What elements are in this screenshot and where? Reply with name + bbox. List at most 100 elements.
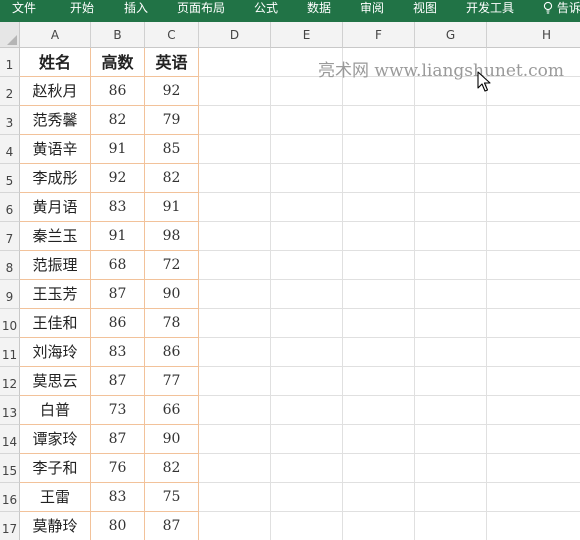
empty-cell-g4[interactable] [415,135,487,164]
data-cell-c3[interactable]: 79 [145,106,199,135]
empty-cell-f3[interactable] [343,106,415,135]
empty-cell-e15[interactable] [271,454,343,483]
empty-cell-g5[interactable] [415,164,487,193]
tab-developer[interactable]: 开发工具 [466,0,514,22]
empty-cell-g17[interactable] [415,512,487,540]
data-cell-c6[interactable]: 91 [145,193,199,222]
empty-cell-h3[interactable] [487,106,580,135]
empty-cell-f8[interactable] [343,251,415,280]
data-cell-c17[interactable]: 87 [145,512,199,540]
column-header-h[interactable]: H [487,22,580,48]
empty-cell-e16[interactable] [271,483,343,512]
empty-cell-d1[interactable] [199,48,271,77]
empty-cell-e5[interactable] [271,164,343,193]
empty-cell-e6[interactable] [271,193,343,222]
data-cell-a6[interactable]: 黄月语 [20,193,91,222]
data-cell-c4[interactable]: 85 [145,135,199,164]
data-cell-a3[interactable]: 范秀馨 [20,106,91,135]
header-cell-a[interactable]: 姓名 [20,48,91,77]
empty-cell-g6[interactable] [415,193,487,222]
data-cell-a12[interactable]: 莫思云 [20,367,91,396]
empty-cell-e14[interactable] [271,425,343,454]
data-cell-c14[interactable]: 90 [145,425,199,454]
empty-cell-d8[interactable] [199,251,271,280]
empty-cell-f7[interactable] [343,222,415,251]
row-header-14[interactable]: 14 [0,425,20,454]
empty-cell-g3[interactable] [415,106,487,135]
empty-cell-e2[interactable] [271,77,343,106]
row-header-8[interactable]: 8 [0,251,20,280]
empty-cell-h9[interactable] [487,280,580,309]
empty-cell-h16[interactable] [487,483,580,512]
data-cell-c5[interactable]: 82 [145,164,199,193]
empty-cell-h14[interactable] [487,425,580,454]
empty-cell-g11[interactable] [415,338,487,367]
empty-cell-d17[interactable] [199,512,271,540]
tab-review[interactable]: 审阅 [360,0,384,22]
data-cell-a2[interactable]: 赵秋月 [20,77,91,106]
data-cell-c9[interactable]: 90 [145,280,199,309]
empty-cell-h8[interactable] [487,251,580,280]
empty-cell-h7[interactable] [487,222,580,251]
data-cell-a17[interactable]: 莫静玲 [20,512,91,540]
data-cell-a9[interactable]: 王玉芳 [20,280,91,309]
empty-cell-h13[interactable] [487,396,580,425]
data-cell-b12[interactable]: 87 [91,367,145,396]
data-cell-c12[interactable]: 77 [145,367,199,396]
data-cell-b14[interactable]: 87 [91,425,145,454]
data-cell-b15[interactable]: 76 [91,454,145,483]
data-cell-a14[interactable]: 谭家玲 [20,425,91,454]
empty-cell-f6[interactable] [343,193,415,222]
empty-cell-e17[interactable] [271,512,343,540]
row-header-11[interactable]: 11 [0,338,20,367]
row-header-6[interactable]: 6 [0,193,20,222]
empty-cell-e13[interactable] [271,396,343,425]
tab-file[interactable]: 文件 [12,0,36,22]
empty-cell-f10[interactable] [343,309,415,338]
tab-view[interactable]: 视图 [413,0,437,22]
empty-cell-g9[interactable] [415,280,487,309]
empty-cell-d10[interactable] [199,309,271,338]
data-cell-a10[interactable]: 王佳和 [20,309,91,338]
data-cell-b10[interactable]: 86 [91,309,145,338]
tab-insert[interactable]: 插入 [124,0,148,22]
empty-cell-h2[interactable] [487,77,580,106]
empty-cell-f13[interactable] [343,396,415,425]
empty-cell-d11[interactable] [199,338,271,367]
empty-cell-f12[interactable] [343,367,415,396]
header-cell-c[interactable]: 英语 [145,48,199,77]
tell-me-box[interactable]: 告诉 [543,0,580,22]
empty-cell-h17[interactable] [487,512,580,540]
row-header-15[interactable]: 15 [0,454,20,483]
data-cell-a5[interactable]: 李成彤 [20,164,91,193]
tab-page-layout[interactable]: 页面布局 [177,0,225,22]
empty-cell-g8[interactable] [415,251,487,280]
data-cell-c10[interactable]: 78 [145,309,199,338]
data-cell-b3[interactable]: 82 [91,106,145,135]
data-cell-b17[interactable]: 80 [91,512,145,540]
empty-cell-h15[interactable] [487,454,580,483]
data-cell-c16[interactable]: 75 [145,483,199,512]
column-header-e[interactable]: E [271,22,343,48]
row-header-5[interactable]: 5 [0,164,20,193]
select-all-corner[interactable] [0,22,20,48]
empty-cell-d15[interactable] [199,454,271,483]
row-header-12[interactable]: 12 [0,367,20,396]
data-cell-b11[interactable]: 83 [91,338,145,367]
row-header-1[interactable]: 1 [0,48,20,77]
row-header-16[interactable]: 16 [0,483,20,512]
column-header-b[interactable]: B [91,22,145,48]
worksheet-grid[interactable]: ABCDEFGH 1 2 3 4 5 6 7 8 9 10 11 12 13 14 15 16 17 姓名 高数英… [0,22,580,540]
column-header-c[interactable]: C [145,22,199,48]
row-header-17[interactable]: 17 [0,512,20,540]
empty-cell-e7[interactable] [271,222,343,251]
data-cell-b2[interactable]: 86 [91,77,145,106]
empty-cell-d7[interactable] [199,222,271,251]
empty-cell-f9[interactable] [343,280,415,309]
column-header-g[interactable]: G [415,22,487,48]
empty-cell-g12[interactable] [415,367,487,396]
column-header-a[interactable]: A [20,22,91,48]
empty-cell-h10[interactable] [487,309,580,338]
empty-cell-g16[interactable] [415,483,487,512]
empty-cell-h11[interactable] [487,338,580,367]
